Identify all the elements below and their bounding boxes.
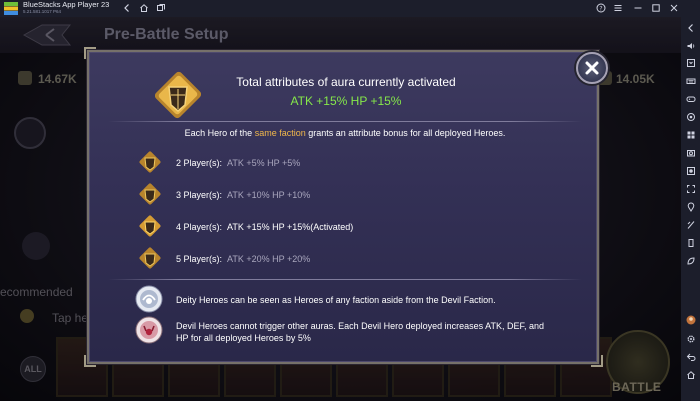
keyboard-icon[interactable]: [684, 74, 697, 87]
intro-text: Each Hero of the same faction grants an …: [184, 128, 506, 138]
multi-instance-icon[interactable]: [684, 128, 697, 141]
keymap-icon[interactable]: [684, 56, 697, 69]
dialog-corner: [591, 355, 603, 367]
back-icon[interactable]: [120, 1, 134, 15]
minimize-icon[interactable]: [631, 1, 645, 15]
faction-highlight: same faction: [254, 128, 306, 138]
help-icon[interactable]: ?: [594, 1, 608, 15]
tier-row-4-active: 4 Player(s): ATK +15% HP +15%(Activated): [176, 222, 354, 232]
screenshot-icon[interactable]: [684, 146, 697, 159]
record-icon[interactable]: [684, 164, 697, 177]
window-version: 5.21.581.1017 P64: [23, 9, 62, 14]
dialog-corner: [84, 47, 96, 59]
dialog-corner: [84, 355, 96, 367]
deity-note: Deity Heroes can be seen as Heroes of an…: [176, 295, 496, 305]
tier-5-icon: [139, 247, 161, 269]
fullscreen-icon[interactable]: [684, 182, 697, 195]
expand-icon[interactable]: [684, 21, 697, 34]
maximize-icon[interactable]: [649, 1, 663, 15]
rotate-icon[interactable]: [684, 236, 697, 249]
tier-3-icon: [139, 183, 161, 205]
home-icon[interactable]: [137, 1, 151, 15]
divider: [108, 279, 582, 280]
volume-icon[interactable]: [684, 39, 697, 52]
tier-row-3: 3 Player(s): ATK +10% HP +10%: [176, 190, 311, 200]
back-nav-icon[interactable]: [684, 350, 697, 363]
active-bonus: ATK +15% HP +15%: [290, 94, 402, 108]
home-nav-icon[interactable]: [684, 368, 697, 381]
tier-row-5: 5 Player(s): ATK +20% HP +20%: [176, 254, 311, 264]
devil-faction-icon: [135, 316, 163, 344]
close-x-icon: [585, 61, 599, 75]
tabs-icon[interactable]: [154, 1, 168, 15]
divider: [108, 121, 582, 122]
tier-2-icon: [139, 151, 161, 173]
tier-4-icon: [139, 215, 161, 237]
settings-icon[interactable]: [684, 332, 697, 345]
aura-badge-icon: [155, 71, 201, 119]
deity-faction-icon: [135, 285, 163, 313]
tier-row-2: 2 Player(s): ATK +5% HP +5%: [176, 158, 301, 168]
location-icon[interactable]: [684, 200, 697, 213]
devil-note: Devil Heroes cannot trigger other auras.…: [176, 321, 545, 343]
shake-icon[interactable]: [684, 218, 697, 231]
menu-icon[interactable]: [611, 1, 625, 15]
bluestacks-sidebar: [681, 17, 700, 401]
bluestacks-logo-icon: [4, 2, 18, 15]
avatar-icon[interactable]: [684, 313, 697, 326]
close-icon[interactable]: [667, 1, 681, 15]
dialog-title: Total attributes of aura currently activ…: [236, 75, 456, 89]
eco-mode-icon[interactable]: [684, 254, 697, 267]
window-title: BlueStacks App Player 23: [23, 0, 110, 9]
macro-icon[interactable]: [684, 110, 697, 123]
svg-text:?: ?: [599, 5, 602, 12]
gamepad-icon[interactable]: [684, 92, 697, 105]
dialog-close-button[interactable]: [576, 52, 608, 84]
window-titlebar: BlueStacks App Player 23 5.21.581.1017 P…: [0, 0, 700, 17]
